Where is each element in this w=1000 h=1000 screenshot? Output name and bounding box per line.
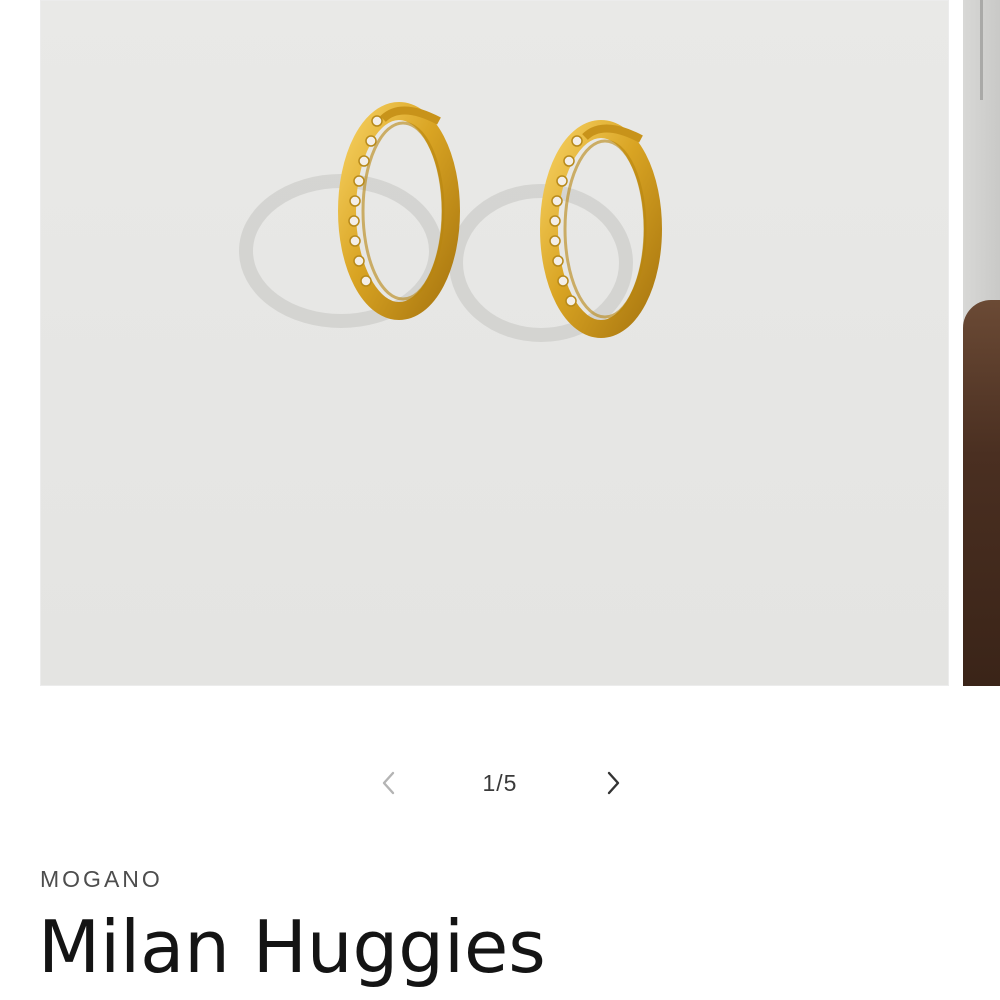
gallery-pager: 1/5 (0, 760, 1000, 806)
peek-model-hair (963, 300, 1000, 686)
slide-counter: 1/5 (482, 770, 518, 796)
product-title: Milan Huggies (38, 905, 546, 989)
previous-slide-button[interactable] (374, 768, 404, 798)
product-image-next-peek[interactable] (963, 0, 1000, 686)
product-vendor: MOGANO (40, 866, 163, 892)
product-image-main[interactable] (40, 0, 949, 686)
peek-detail (980, 0, 983, 100)
next-slide-button[interactable] (598, 768, 628, 798)
earrings-illustration (239, 102, 662, 342)
product-gallery[interactable] (0, 0, 1000, 690)
product-page: 1/5 MOGANO Milan Huggies (0, 0, 1000, 1000)
chevron-left-icon (374, 768, 404, 798)
chevron-right-icon (598, 768, 628, 798)
